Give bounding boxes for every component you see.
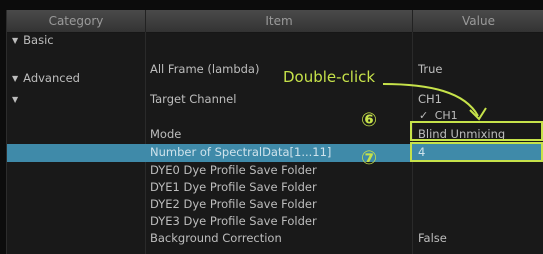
arrow-line xyxy=(382,83,479,117)
annotation-arrow xyxy=(382,83,487,121)
arrow-head-icon xyxy=(469,107,487,121)
step-7-marker: ⑦ xyxy=(361,147,378,169)
step-6-marker: ⑥ xyxy=(361,109,378,131)
